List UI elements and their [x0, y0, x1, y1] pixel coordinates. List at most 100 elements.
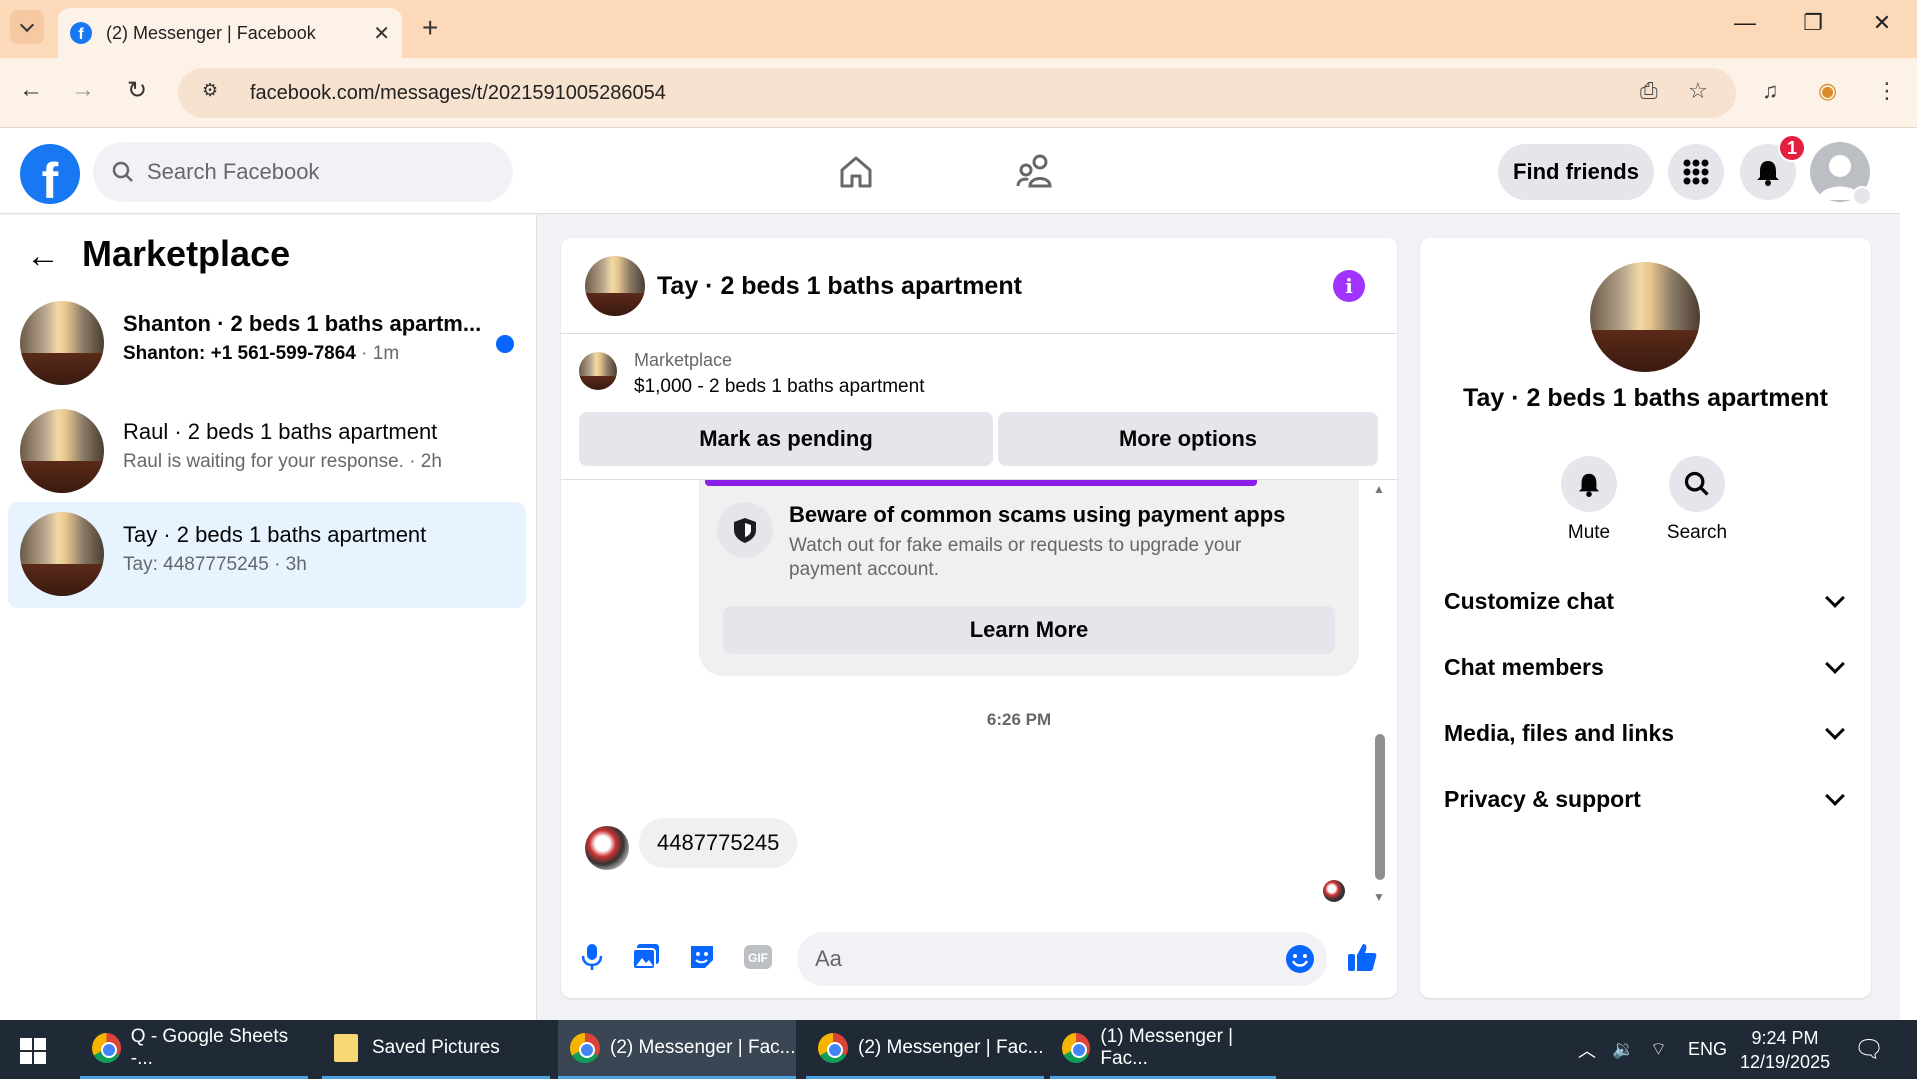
search-icon: [112, 161, 133, 182]
chevron-down-icon: [1825, 786, 1845, 806]
listing-title[interactable]: $1,000 - 2 beds 1 baths apartment: [634, 376, 924, 398]
media-control-icon[interactable]: ♫: [1762, 78, 1779, 104]
unread-dot: [496, 335, 514, 353]
media-files-links-row[interactable]: Media, files and links: [1444, 706, 1852, 760]
mark-as-pending-button[interactable]: Mark as pending: [579, 412, 993, 466]
mute-action[interactable]: Mute: [1539, 456, 1639, 544]
chevron-down-icon: [1825, 588, 1845, 608]
conversation-name: Tay · 2 beds 1 baths apartment: [123, 522, 427, 547]
restore-button[interactable]: ❐: [1793, 10, 1833, 36]
address-bar[interactable]: ⚙ facebook.com/messages/t/20215910052860…: [178, 68, 1736, 118]
scroll-up-icon[interactable]: ▲: [1373, 482, 1385, 496]
chat-members-row[interactable]: Chat members: [1444, 640, 1852, 694]
scam-warning-card: Beware of common scams using payment app…: [699, 480, 1359, 676]
marketplace-listing-banner: Marketplace $1,000 - 2 beds 1 baths apar…: [561, 334, 1397, 480]
close-tab-icon[interactable]: ✕: [373, 21, 390, 46]
taskbar-app-google-sheets[interactable]: Q - Google Sheets -...: [80, 1020, 308, 1079]
system-clock[interactable]: 9:24 PM 12/19/2025: [1740, 1026, 1830, 1074]
taskbar-app-messenger-3[interactable]: (1) Messenger | Fac...: [1050, 1020, 1276, 1079]
seen-indicator-avatar: [1323, 880, 1345, 902]
menu-kebab-icon[interactable]: ⋮: [1876, 78, 1898, 104]
scrollbar-thumb[interactable]: [1375, 734, 1385, 880]
taskbar-app-saved-pictures[interactable]: Saved Pictures: [322, 1020, 550, 1079]
bookmark-star-icon[interactable]: ☆: [1688, 78, 1708, 104]
profile-icon[interactable]: ◉: [1818, 78, 1837, 104]
wifi-icon[interactable]: ⌔: [1650, 1020, 1667, 1079]
chrome-icon: [1062, 1033, 1091, 1063]
scam-warning-body: Watch out for fake emails or requests to…: [789, 535, 1242, 580]
notification-badge: 1: [1778, 134, 1806, 162]
bell-icon: [1757, 161, 1779, 186]
chevron-down-icon: [19, 17, 35, 33]
facebook-search[interactable]: [93, 142, 513, 202]
browser-tab-active[interactable]: f (2) Messenger | Facebook ✕: [58, 8, 402, 58]
info-icon[interactable]: i: [1333, 270, 1365, 302]
tab-search-button[interactable]: [10, 10, 44, 44]
conversation-item-shanton[interactable]: Shanton · 2 beds 1 baths apartm... Shant…: [8, 291, 526, 397]
friends-icon[interactable]: [1012, 148, 1060, 196]
close-window-button[interactable]: ✕: [1862, 10, 1902, 36]
scroll-down-icon[interactable]: ▼: [1373, 890, 1385, 904]
url-text: facebook.com/messages/t/2021591005286054: [250, 81, 666, 104]
taskbar-app-messenger-1[interactable]: (2) Messenger | Fac...: [558, 1020, 796, 1079]
chrome-icon: [818, 1033, 848, 1063]
listing-label: Marketplace: [634, 350, 733, 370]
taskbar-app-messenger-2[interactable]: (2) Messenger | Fac...: [806, 1020, 1044, 1079]
chrome-icon: [570, 1033, 600, 1063]
menu-button[interactable]: [1668, 144, 1724, 200]
chat-scrollbar[interactable]: ▲ ▼: [1373, 480, 1387, 908]
volume-icon[interactable]: 🔉: [1612, 1020, 1634, 1079]
sender-avatar[interactable]: [585, 826, 629, 870]
message-input-wrapper[interactable]: [797, 932, 1327, 986]
search-label: Search: [1666, 522, 1728, 543]
learn-more-button[interactable]: Learn More: [723, 606, 1335, 654]
chat-title[interactable]: Tay · 2 beds 1 baths apartment: [657, 272, 1022, 301]
message-input[interactable]: [815, 946, 1255, 972]
search-action[interactable]: Search: [1647, 456, 1747, 544]
back-button[interactable]: ←: [14, 76, 48, 104]
find-friends-button[interactable]: Find friends: [1498, 144, 1654, 200]
details-avatar[interactable]: [1590, 262, 1700, 372]
message-bubble[interactable]: 4487775245: [639, 818, 798, 868]
shield-icon: [717, 502, 773, 558]
back-arrow-icon[interactable]: ←: [26, 237, 60, 276]
chrome-icon: [92, 1033, 121, 1063]
chevron-down-icon: [1825, 720, 1845, 740]
forward-button[interactable]: →: [66, 76, 100, 104]
install-app-icon[interactable]: ⎙: [1640, 78, 1658, 104]
emoji-icon[interactable]: [1285, 944, 1315, 974]
message-thread: Beware of common scams using payment app…: [561, 480, 1397, 908]
photo-attach-icon[interactable]: [629, 940, 663, 974]
search-input[interactable]: [147, 159, 487, 185]
chat-avatar[interactable]: [585, 256, 645, 316]
facebook-logo-icon[interactable]: f: [20, 144, 80, 204]
scam-warning-title: Beware of common scams using payment app…: [789, 502, 1286, 527]
reload-button[interactable]: ↻: [120, 76, 154, 105]
chat-header: Tay · 2 beds 1 baths apartment i: [561, 238, 1397, 334]
microphone-icon[interactable]: [575, 940, 609, 974]
site-info-icon[interactable]: ⚙: [202, 80, 228, 106]
windows-start-icon[interactable]: [20, 1038, 46, 1064]
conversation-item-raul[interactable]: Raul · 2 beds 1 baths apartment Raul is …: [8, 399, 526, 505]
minimize-button[interactable]: —: [1725, 10, 1765, 36]
account-chevron-icon[interactable]: [1852, 186, 1872, 206]
gif-icon[interactable]: GIF: [741, 940, 775, 974]
bell-icon: [1578, 473, 1600, 497]
new-tab-button[interactable]: +: [422, 12, 438, 44]
conversation-item-tay[interactable]: Tay · 2 beds 1 baths apartment Tay: 4487…: [8, 502, 526, 608]
sticker-icon[interactable]: [685, 940, 719, 974]
facebook-header: f Find friends 1: [0, 128, 1900, 214]
notification-center-icon[interactable]: 🗨: [1854, 1020, 1884, 1079]
listing-thumbnail[interactable]: [579, 352, 617, 390]
privacy-support-row[interactable]: Privacy & support: [1444, 772, 1852, 826]
page-scrollbar[interactable]: [1900, 128, 1917, 1020]
tray-chevron-up-icon[interactable]: ︿: [1578, 1020, 1596, 1079]
customize-chat-row[interactable]: Customize chat: [1444, 574, 1852, 628]
home-icon[interactable]: [832, 148, 880, 196]
svg-text:GIF: GIF: [748, 951, 768, 965]
thumbs-up-icon[interactable]: [1345, 940, 1379, 974]
search-icon: [1684, 471, 1709, 496]
language-indicator[interactable]: ENG: [1688, 1020, 1727, 1079]
conversation-details-panel: Tay · 2 beds 1 baths apartment Mute Sear…: [1420, 238, 1871, 998]
more-options-button[interactable]: More options: [998, 412, 1378, 466]
